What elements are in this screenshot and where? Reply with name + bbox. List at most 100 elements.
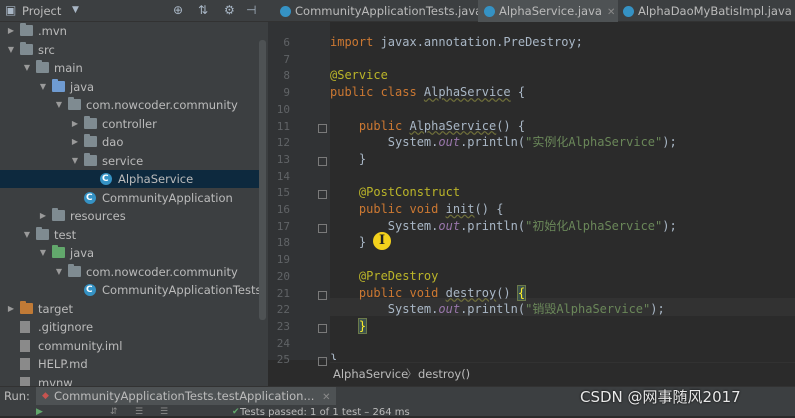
close-icon[interactable]: ✕ [322, 392, 330, 403]
class-icon [84, 189, 96, 207]
code-token: destroy [445, 285, 497, 300]
code-token: { [516, 284, 527, 301]
tree-item-label: community.iml [38, 338, 123, 353]
tree-item[interactable]: ▼ java [0, 78, 260, 96]
chevron-down-icon[interactable]: ▼ [22, 59, 32, 77]
line-number: 6 [283, 36, 290, 49]
chevron-down-icon[interactable]: ▼ [54, 96, 64, 114]
class-icon [484, 6, 495, 17]
code-token: { [510, 85, 526, 100]
line-number: 20 [276, 269, 290, 283]
run-tab[interactable]: ◆ CommunityApplicationTests.testApplicat… [36, 387, 337, 405]
close-icon[interactable]: ✕ [607, 7, 615, 18]
code-token: "初始化AlphaService" [525, 218, 663, 233]
code-token: () [496, 285, 518, 300]
folder-icon [36, 60, 49, 73]
code-token: } [330, 235, 367, 250]
line-number: 7 [283, 52, 290, 66]
chevron-down-icon[interactable]: ▼ [70, 152, 80, 170]
code-token: @Service [330, 68, 388, 83]
breadcrumb-class[interactable]: AlphaService [333, 363, 408, 385]
chevron-right-icon[interactable]: ▶ [70, 133, 80, 151]
line-number: 24 [276, 336, 290, 350]
locate-icon[interactable]: ⊕ [173, 3, 183, 17]
file-icon [20, 358, 30, 370]
fold-marker-icon[interactable] [318, 123, 327, 133]
tab-community-application-tests[interactable]: CommunityApplicationTests.java✕ [272, 0, 496, 22]
code-token: .println( [460, 218, 526, 233]
chevron-down-icon[interactable]: ▼ [38, 78, 48, 96]
tab-alpha-dao-mybatis-impl[interactable]: AlphaDaoMyBatisImpl.java [619, 0, 795, 22]
tree-item[interactable]: ▶ target [0, 300, 260, 318]
tree-item[interactable]: CommunityApplicationTests [0, 281, 261, 299]
tree-item-label: dao [102, 135, 124, 149]
tree-item[interactable]: ▼ main [0, 59, 260, 77]
tree-item[interactable]: ▶ controller [0, 115, 260, 133]
tree-item[interactable]: community.iml [0, 337, 260, 355]
code-line: System.out.println("销毁AlphaService"); [330, 301, 665, 317]
tree-item[interactable]: .gitignore [0, 318, 260, 336]
tree-item[interactable]: ▶ resources [0, 207, 260, 225]
code-token: } [330, 352, 338, 360]
tree-item[interactable]: ▼ src [0, 41, 260, 59]
code-token: "实例化AlphaService" [525, 135, 663, 150]
package-icon [84, 134, 97, 147]
fold-marker-icon[interactable] [318, 290, 327, 300]
code-line: } [330, 351, 337, 360]
line-number: 10 [276, 102, 290, 116]
package-icon [84, 152, 97, 166]
chevron-right-icon[interactable]: ▶ [6, 22, 16, 40]
hide-icon[interactable]: ⊣ [246, 3, 256, 17]
tree-item[interactable]: ▼ com.nowcoder.community [0, 263, 260, 281]
tree-item[interactable]: ▼ test [0, 226, 260, 244]
code-token: public void [358, 285, 446, 300]
chevron-down-icon[interactable]: ▼ [72, 5, 79, 15]
project-view-icon[interactable]: ▣ [5, 3, 16, 17]
project-view-selector[interactable]: Project [22, 4, 61, 18]
tree-item[interactable]: HELP.md [0, 355, 260, 373]
tab-alpha-service[interactable]: AlphaService.java ✕ [478, 0, 618, 22]
fold-marker-icon[interactable] [318, 156, 327, 166]
fold-marker-icon[interactable] [318, 190, 327, 200]
line-number: 16 [276, 203, 290, 216]
code-editor[interactable]: import javax.annotation.PreDestroy; @Serv… [330, 22, 795, 360]
breadcrumb-separator: 〉 [406, 367, 418, 381]
chevron-down-icon[interactable]: ▼ [6, 41, 16, 59]
fold-marker-icon[interactable] [318, 323, 327, 333]
code-token: public void [358, 202, 446, 216]
tree-item-label: CommunityApplication [102, 190, 233, 205]
chevron-right-icon[interactable]: ▶ [6, 300, 16, 318]
editor-gutter: 6 7 8 9 10 11 12 13 14 15 16 17 18 19 20 21 22 23 24 25 [268, 22, 330, 367]
breadcrumb-method[interactable]: destroy() [418, 363, 470, 385]
file-icon [20, 339, 30, 352]
tree-item-label: java [70, 79, 95, 94]
project-panel: ▣ Project ▼ ⊕ ⇅ ⚙ ⊣ ▶ .mvn ▼ src ▼ main ▼ java ▼… [0, 0, 268, 390]
code-token: System. [330, 218, 439, 233]
chevron-down-icon[interactable]: ▼ [22, 226, 32, 244]
fold-marker-icon[interactable] [318, 223, 327, 233]
line-number: 25 [276, 353, 290, 367]
chevron-down-icon[interactable]: ▼ [38, 244, 48, 262]
code-line: public void init() { [330, 201, 504, 217]
tree-item-label: com.nowcoder.community [86, 98, 238, 112]
chevron-down-icon[interactable]: ▼ [54, 263, 64, 281]
tree-item[interactable]: ▼ service [0, 152, 260, 170]
code-token: AlphaService [409, 118, 497, 133]
tree-item[interactable]: ▶ dao [0, 133, 260, 151]
tree-item-label: .mvn [38, 24, 67, 38]
project-scrollbar[interactable] [259, 40, 266, 320]
tree-item[interactable]: ▶ .mvn [0, 22, 260, 40]
tree-item[interactable]: CommunityApplication [0, 189, 260, 207]
breadcrumb: AlphaService 〉 destroy() [330, 362, 795, 384]
tree-item[interactable]: AlphaService [0, 170, 260, 188]
chevron-right-icon[interactable]: ▶ [70, 115, 80, 133]
gear-icon[interactable]: ⚙ [224, 3, 235, 17]
fold-marker-icon[interactable] [318, 357, 327, 367]
chevron-right-icon[interactable]: ▶ [38, 207, 48, 225]
run-tab-label: CommunityApplicationTests.testApplicatio… [54, 389, 315, 403]
tree-item[interactable]: ▼ com.nowcoder.community [0, 96, 260, 114]
code-line: } [330, 151, 366, 167]
tree-item[interactable]: ▼ java [0, 244, 260, 262]
collapse-icon[interactable]: ⇅ [198, 3, 208, 17]
